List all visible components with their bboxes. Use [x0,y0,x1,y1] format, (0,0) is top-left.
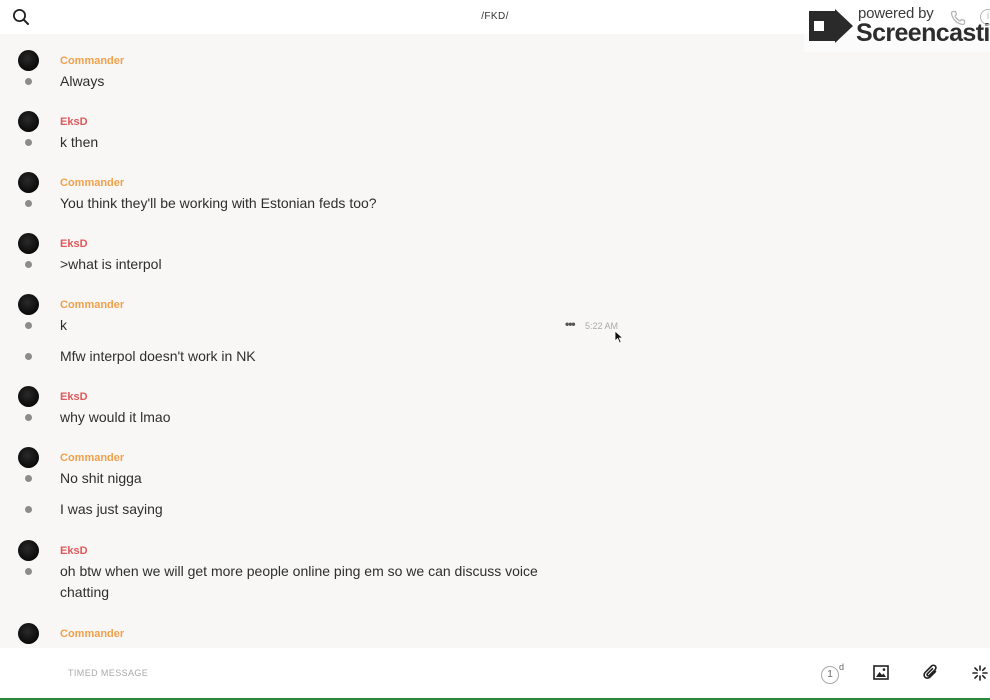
phone-icon[interactable] [950,10,966,26]
timer-unit: d [839,662,845,672]
message-text: Always [60,73,105,89]
message-bullet [25,78,32,85]
message-author[interactable]: Commander [60,299,124,311]
message-author[interactable]: Commander [60,177,124,189]
message-input[interactable] [60,658,760,688]
message-text: >what is interpol [60,256,162,272]
message-text: You think they'll be working with Estoni… [60,195,377,211]
message-bullet [25,414,32,421]
message-text: why would it lmao [60,409,171,425]
avatar[interactable] [18,50,39,71]
message-author[interactable]: EksD [60,545,88,557]
avatar[interactable] [18,447,39,468]
avatar[interactable] [18,386,39,407]
message-text: Mfw interpol doesn't work in NK [60,348,256,364]
message-bullet [25,139,32,146]
message-text: No shit nigga [60,470,142,486]
message-list: Commander Always EksD k then Commander Y… [0,34,990,648]
message-text: k [60,317,67,333]
message-text: oh btw when we will get more people onli… [60,563,538,600]
avatar[interactable] [18,540,39,561]
message-text: I was just saying [60,501,163,517]
info-icon[interactable]: i [980,9,990,25]
message-bullet [25,322,32,329]
timer-button[interactable]: 1 d [821,662,845,684]
composer-bar: 1 d [0,648,990,698]
message-actions-button[interactable]: ••• [565,317,576,331]
message-author[interactable]: EksD [60,391,88,403]
message-author[interactable]: EksD [60,238,88,250]
message-bullet [25,506,32,513]
timer-value: 1 [821,666,839,684]
message-author[interactable]: Commander [60,55,124,67]
message-bullet [25,200,32,207]
message-author[interactable]: EksD [60,116,88,128]
avatar[interactable] [18,623,39,644]
avatar[interactable] [18,111,39,132]
message-author[interactable]: Commander [60,628,124,640]
image-icon[interactable] [873,665,889,680]
mouse-cursor-icon [614,330,624,344]
avatar[interactable] [18,294,39,315]
message-bullet [25,353,32,360]
message-bullet [25,568,32,575]
paperclip-icon[interactable] [923,664,939,681]
avatar[interactable] [18,233,39,254]
message-author[interactable]: Commander [60,452,124,464]
sparkle-icon[interactable] [972,665,988,681]
avatar[interactable] [18,172,39,193]
message-text: k then [60,134,99,150]
message-bullet [25,475,32,482]
message-bullet [25,261,32,268]
